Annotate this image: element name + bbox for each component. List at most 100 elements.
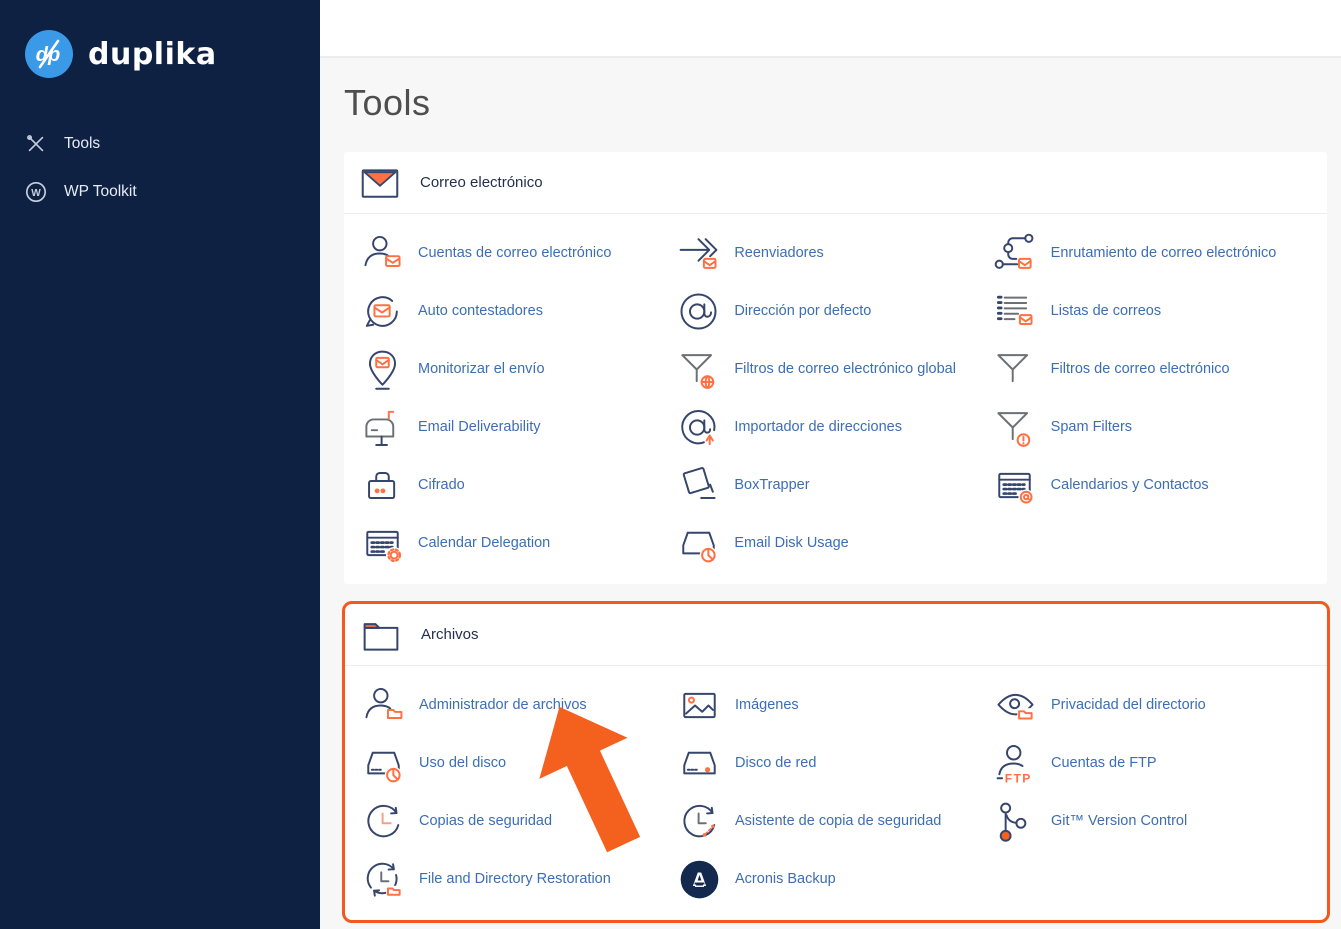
section-header: Archivos — [345, 604, 1327, 666]
sidebar-item-wp-toolkit[interactable]: W WP Toolkit — [0, 168, 320, 216]
email-deliverability-icon — [360, 405, 404, 449]
tools-icon — [25, 133, 47, 155]
tool-link[interactable]: Acronis Backup — [735, 870, 836, 889]
disk-usage-icon — [361, 741, 405, 785]
calendar-delegation-icon — [360, 521, 404, 565]
tool-item[interactable]: Calendarios y Contactos — [993, 456, 1309, 514]
page-title: Tools — [344, 82, 1341, 124]
tool-item[interactable]: Administrador de archivos — [361, 676, 677, 734]
main-content: Tools Correo electrónico Cuentas de corre… — [320, 0, 1341, 929]
tool-item[interactable]: Reenviadores — [676, 224, 992, 282]
section-card: Correo electrónico Cuentas de correo elec… — [344, 152, 1327, 584]
tool-link[interactable]: Filtros de correo electrónico global — [734, 360, 956, 379]
tool-link[interactable]: Calendar Delegation — [418, 534, 550, 553]
sidebar-item-label: Tools — [64, 135, 100, 153]
sidebar-nav: Tools W WP Toolkit — [0, 120, 320, 216]
tool-item[interactable]: Spam Filters — [993, 398, 1309, 456]
tool-link[interactable]: File and Directory Restoration — [419, 870, 611, 889]
tool-link[interactable]: Git™ Version Control — [1051, 812, 1187, 831]
sidebar-item-tools[interactable]: Tools — [0, 120, 320, 168]
tool-item[interactable]: Cifrado — [360, 456, 676, 514]
section-title: Archivos — [421, 626, 479, 643]
tool-link[interactable]: Filtros de correo electrónico — [1051, 360, 1230, 379]
tool-link[interactable]: BoxTrapper — [734, 476, 809, 495]
email-accounts-icon — [360, 231, 404, 275]
svg-text:W: W — [31, 188, 41, 199]
svg-text:FTP: FTP — [1004, 771, 1031, 785]
tool-item[interactable]: Importador de direcciones — [676, 398, 992, 456]
tool-item[interactable]: Privacidad del directorio — [993, 676, 1309, 734]
tool-link[interactable]: Auto contestadores — [418, 302, 543, 321]
tool-item[interactable]: Git™ Version Control — [993, 792, 1309, 850]
images-icon — [677, 683, 721, 727]
tool-item[interactable]: Monitorizar el envío — [360, 340, 676, 398]
section-title: Correo electrónico — [420, 174, 543, 191]
tool-link[interactable]: Imágenes — [735, 696, 799, 715]
tool-item[interactable]: Calendar Delegation — [360, 514, 676, 572]
tool-link[interactable]: Dirección por defecto — [734, 302, 871, 321]
tool-link[interactable]: Disco de red — [735, 754, 816, 773]
tool-item[interactable]: Enrutamiento de correo electrónico — [993, 224, 1309, 282]
tool-grid: Administrador de archivos Imágenes Privaci… — [345, 666, 1327, 920]
tool-link[interactable]: Email Disk Usage — [734, 534, 848, 553]
envelope-icon — [360, 164, 400, 202]
tool-link[interactable]: Monitorizar el envío — [418, 360, 545, 379]
tool-item[interactable]: Filtros de correo electrónico — [993, 340, 1309, 398]
tool-item[interactable]: Uso del disco — [361, 734, 677, 792]
svg-text:A: A — [692, 869, 706, 891]
tool-item[interactable]: Asistente de copia de seguridad — [677, 792, 993, 850]
spam-filters-icon — [993, 405, 1037, 449]
tool-item[interactable]: A Acronis Backup — [677, 850, 993, 908]
collapse-section-button[interactable] — [1279, 627, 1301, 643]
tool-item[interactable]: File and Directory Restoration — [361, 850, 677, 908]
tool-item[interactable]: Auto contestadores — [360, 282, 676, 340]
tool-item[interactable]: FTP Cuentas de FTP — [993, 734, 1309, 792]
git-icon — [993, 799, 1037, 843]
backup-icon — [361, 799, 405, 843]
tool-link[interactable]: Copias de seguridad — [419, 812, 552, 831]
email-routing-icon — [993, 231, 1037, 275]
backup-wizard-icon — [677, 799, 721, 843]
brand[interactable]: dp duplika — [0, 0, 320, 78]
tool-item[interactable]: Email Deliverability — [360, 398, 676, 456]
tool-link[interactable]: Uso del disco — [419, 754, 506, 773]
acronis-icon: A — [677, 857, 721, 901]
file-restoration-icon — [361, 857, 405, 901]
collapse-section-button[interactable] — [1279, 175, 1301, 191]
tool-link[interactable]: Cuentas de correo electrónico — [418, 244, 611, 263]
tool-item[interactable]: Copias de seguridad — [361, 792, 677, 850]
tool-link[interactable]: Spam Filters — [1051, 418, 1132, 437]
tool-link[interactable]: Cuentas de FTP — [1051, 754, 1157, 773]
tool-link[interactable]: Importador de direcciones — [734, 418, 902, 437]
sections-container: Correo electrónico Cuentas de correo elec… — [320, 152, 1341, 923]
calendars-contacts-icon — [993, 463, 1037, 507]
mailing-lists-icon — [993, 289, 1037, 333]
network-disk-icon — [677, 741, 721, 785]
tool-item[interactable]: Imágenes — [677, 676, 993, 734]
tool-link[interactable]: Listas de correos — [1051, 302, 1161, 321]
tool-link[interactable]: Enrutamiento de correo electrónico — [1051, 244, 1277, 263]
duplika-logo-icon: dp — [25, 30, 73, 78]
tool-item[interactable]: Dirección por defecto — [676, 282, 992, 340]
address-importer-icon — [676, 405, 720, 449]
autoresponders-icon — [360, 289, 404, 333]
file-manager-icon — [361, 683, 405, 727]
tool-link[interactable]: Calendarios y Contactos — [1051, 476, 1209, 495]
tool-link[interactable]: Privacidad del directorio — [1051, 696, 1206, 715]
tool-item[interactable]: Listas de correos — [993, 282, 1309, 340]
tool-item[interactable]: Cuentas de correo electrónico — [360, 224, 676, 282]
brand-name: duplika — [88, 37, 217, 72]
encryption-icon — [360, 463, 404, 507]
tool-link[interactable]: Asistente de copia de seguridad — [735, 812, 941, 831]
tool-link[interactable]: Administrador de archivos — [419, 696, 587, 715]
tool-item[interactable]: Disco de red — [677, 734, 993, 792]
tool-link[interactable]: Cifrado — [418, 476, 465, 495]
tool-item[interactable]: BoxTrapper — [676, 456, 992, 514]
tool-item[interactable]: Filtros de correo electrónico global — [676, 340, 992, 398]
tool-link[interactable]: Reenviadores — [734, 244, 823, 263]
tool-item[interactable]: Email Disk Usage — [676, 514, 992, 572]
tool-link[interactable]: Email Deliverability — [418, 418, 540, 437]
section-card: Archivos Administrador de archivos Imágene… — [342, 601, 1330, 923]
folder-icon — [361, 616, 401, 654]
top-bar — [320, 0, 1341, 58]
